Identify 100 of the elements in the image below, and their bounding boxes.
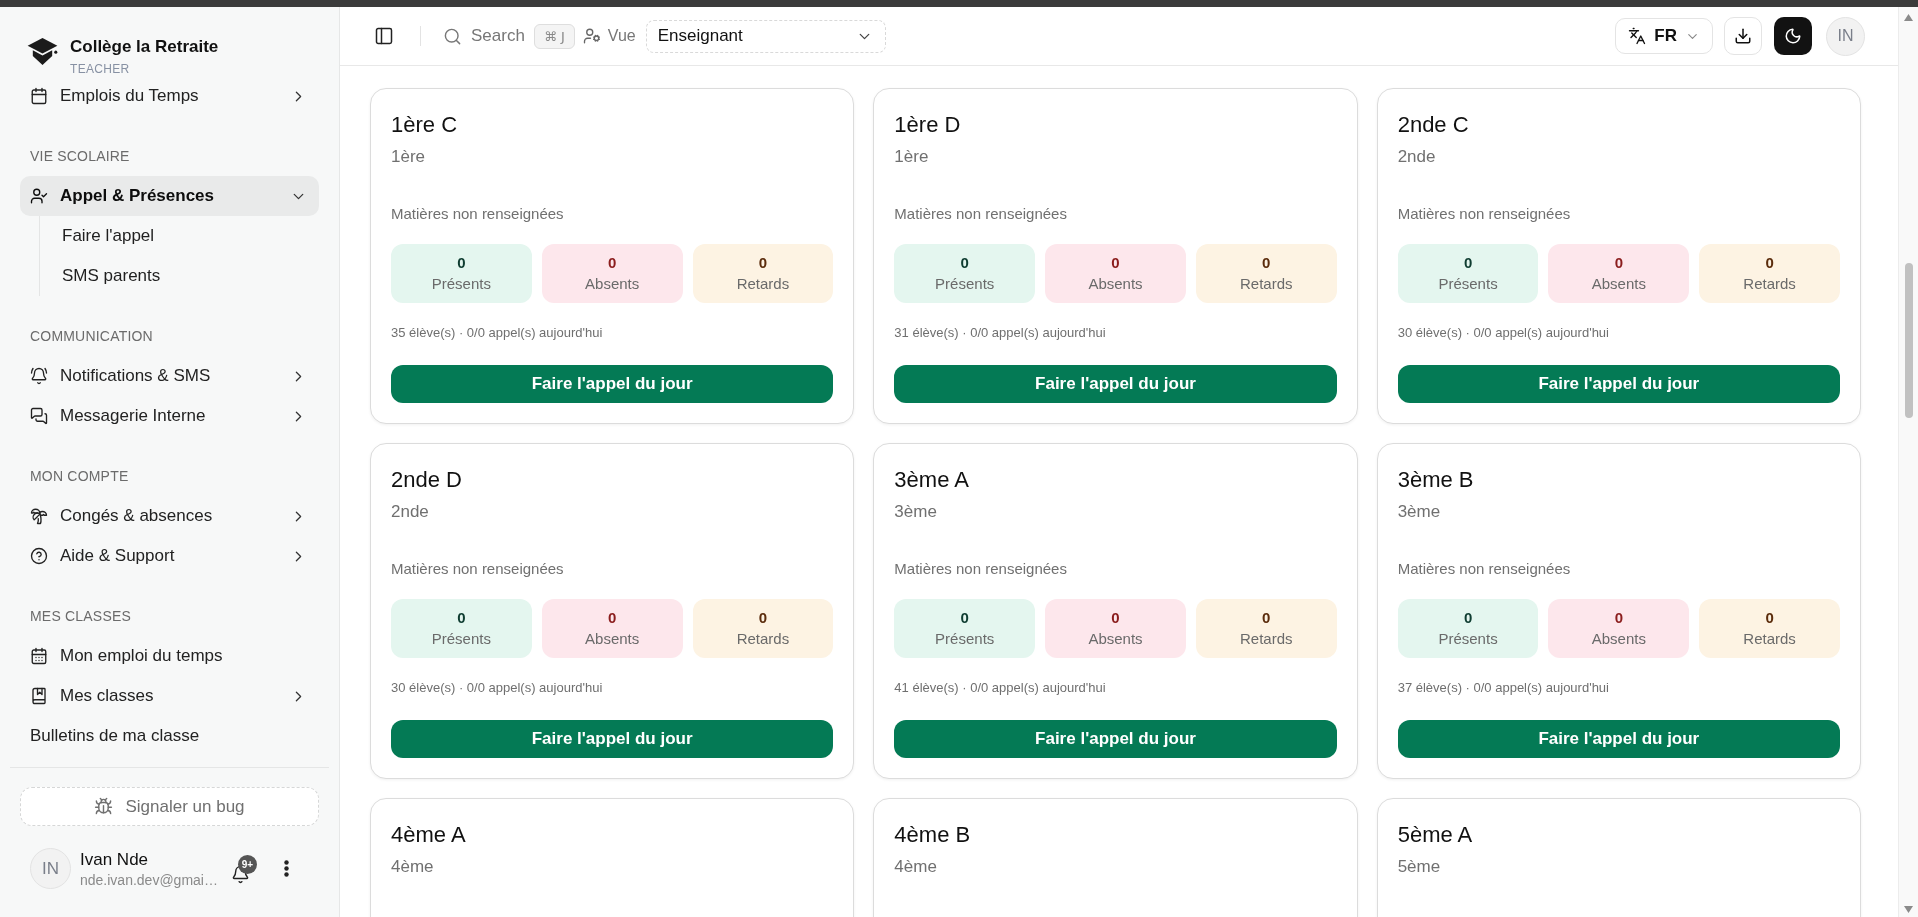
view-label: Vue xyxy=(607,27,636,45)
stat-value: 0 xyxy=(1111,254,1120,272)
class-grade: 1ère xyxy=(894,146,929,168)
sidebar-toggle-button[interactable] xyxy=(374,26,394,46)
sidebar-item[interactable]: Congés & absences xyxy=(20,496,319,536)
stat-label: Présents xyxy=(431,630,491,648)
class-summary: 30 élève(s) · 0/0 appel(s) aujourd'hui xyxy=(391,679,603,697)
class-name: 1ère C xyxy=(391,111,458,139)
sidebar-item[interactable]: Messagerie Interne xyxy=(20,396,319,436)
section-heading: MES CLASSES xyxy=(30,607,131,626)
user-check-icon xyxy=(30,187,48,205)
stat-label: Présents xyxy=(1438,275,1498,293)
report-bug-button[interactable]: Signaler un bug xyxy=(20,787,319,826)
stat-value: 0 xyxy=(960,609,969,627)
class-grade: 2nde xyxy=(391,501,429,523)
take-attendance-button[interactable]: Faire l'appel du jour xyxy=(894,365,1337,403)
class-name: 2nde C xyxy=(1397,111,1469,139)
stat-value: 0 xyxy=(608,609,617,627)
class-name: 2nde D xyxy=(391,466,462,494)
class-grade: 4ème xyxy=(391,856,434,878)
class-grade: 4ème xyxy=(894,856,937,878)
class-summary: 41 élève(s) · 0/0 appel(s) aujourd'hui xyxy=(894,679,1106,697)
take-attendance-button[interactable]: Faire l'appel du jour xyxy=(1397,365,1840,403)
palm-tree-icon xyxy=(30,507,48,525)
section-heading: MON COMPTE xyxy=(30,467,129,486)
translate-icon xyxy=(1628,27,1647,45)
stat-label: Retards xyxy=(1743,630,1796,648)
take-attendance-button[interactable]: Faire l'appel du jour xyxy=(391,365,834,403)
stat-label: Absents xyxy=(1088,630,1143,648)
stat-value: 0 xyxy=(1614,254,1623,272)
class-name: 4ème B xyxy=(894,821,971,849)
search-button[interactable]: Search xyxy=(443,26,525,46)
subjects-note: Matières non renseignées xyxy=(391,204,564,224)
sidebar-subitem[interactable]: Faire l'appel xyxy=(40,216,319,256)
subjects-note: Matières non renseignées xyxy=(894,559,1067,579)
sidebar-item[interactable]: Bulletins de ma classe xyxy=(20,716,319,756)
class-grade: 2nde xyxy=(1397,146,1436,168)
shortcut-hint: ⌘ J xyxy=(533,23,575,49)
class-grade: 5ème xyxy=(1397,856,1441,878)
subjects-note: Matières non renseignées xyxy=(1397,204,1571,224)
calendar-icon xyxy=(30,87,48,105)
sidebar-item[interactable]: Appel & Présences xyxy=(20,176,319,216)
caret-up-icon[interactable] xyxy=(1904,14,1913,21)
sidebar-item[interactable]: Notifications & SMS xyxy=(20,356,319,396)
class-name: 3ème B xyxy=(1397,466,1474,494)
class-grade: 1ère xyxy=(391,146,426,168)
sidebar-subitem[interactable]: SMS parents xyxy=(40,256,319,296)
view-select[interactable]: Enseignant xyxy=(645,19,886,53)
stat-label: Retards xyxy=(1240,275,1293,293)
notifications-button[interactable]: 9+ xyxy=(231,855,257,884)
user-name: Ivan Nde xyxy=(80,848,149,871)
role-label: TEACHER xyxy=(70,62,131,76)
stat-label: Présents xyxy=(431,275,491,293)
stat-label: Absents xyxy=(1591,275,1646,293)
stat-label: Retards xyxy=(1240,630,1293,648)
stat-label: Absents xyxy=(1591,630,1646,648)
user-avatar[interactable]: IN xyxy=(1826,16,1865,56)
search-icon xyxy=(443,26,462,46)
sidebar-item[interactable]: Emplois du Temps xyxy=(20,76,319,116)
sidebar-item[interactable]: Mes classes xyxy=(20,676,319,716)
section-heading: VIE SCOLAIRE xyxy=(30,147,130,166)
stat-label: Présents xyxy=(1438,630,1498,648)
stat-value: 0 xyxy=(608,254,617,272)
stat-label: Absents xyxy=(1088,275,1143,293)
download-button[interactable] xyxy=(1724,17,1762,55)
stat-value: 0 xyxy=(1463,254,1473,272)
class-summary: 31 élève(s) · 0/0 appel(s) aujourd'hui xyxy=(894,324,1106,342)
class-name: 4ème A xyxy=(391,821,466,849)
stat-value: 0 xyxy=(758,254,768,272)
class-name: 1ère D xyxy=(894,111,961,139)
class-grade: 3ème xyxy=(1397,501,1441,523)
class-summary: 30 élève(s) · 0/0 appel(s) aujourd'hui xyxy=(1397,324,1609,342)
graduation-cap-icon xyxy=(27,36,58,67)
class-summary: 37 élève(s) · 0/0 appel(s) aujourd'hui xyxy=(1397,679,1609,697)
dark-mode-button[interactable] xyxy=(1774,17,1812,55)
stat-label: Absents xyxy=(585,275,640,293)
take-attendance-button[interactable]: Faire l'appel du jour xyxy=(894,720,1337,758)
vertical-dots-icon xyxy=(283,860,289,877)
stat-value: 0 xyxy=(1463,609,1473,627)
subjects-note: Matières non renseignées xyxy=(391,559,564,579)
caret-down-icon[interactable] xyxy=(1904,906,1913,913)
sidebar-item[interactable]: Aide & Support xyxy=(20,536,319,576)
subjects-note: Matières non renseignées xyxy=(894,204,1067,224)
stat-value: 0 xyxy=(758,609,768,627)
panel-left-icon xyxy=(374,26,394,46)
user-email: nde.ivan.dev@gmai… xyxy=(80,870,218,889)
calendar-grid-icon xyxy=(30,647,48,665)
stat-value: 0 xyxy=(457,609,466,627)
stat-value: 0 xyxy=(457,254,466,272)
sidebar-item[interactable]: Mon emploi du temps xyxy=(20,636,319,676)
chat-bubbles-icon xyxy=(30,407,48,425)
download-icon xyxy=(1734,27,1752,45)
notification-badge: 9+ xyxy=(238,855,257,874)
language-button[interactable]: FR xyxy=(1615,18,1713,54)
user-avatar: IN xyxy=(30,848,71,889)
take-attendance-button[interactable]: Faire l'appel du jour xyxy=(391,720,834,758)
take-attendance-button[interactable]: Faire l'appel du jour xyxy=(1397,720,1840,758)
scrollbar[interactable] xyxy=(1898,7,1918,917)
stat-value: 0 xyxy=(1614,609,1623,627)
scrollbar-thumb[interactable] xyxy=(1904,263,1913,418)
